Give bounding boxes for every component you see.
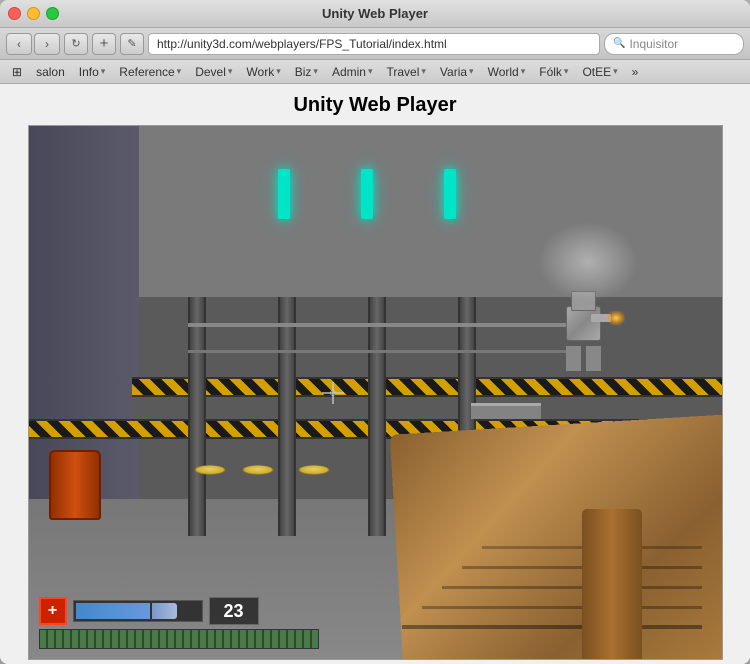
- player-weapon: [342, 359, 722, 659]
- dropdown-arrow-icon: ▾: [368, 66, 373, 77]
- bookmark-otee[interactable]: OtEE ▾: [576, 63, 623, 81]
- bookmark-devel[interactable]: Devel ▾: [189, 63, 238, 81]
- bookmark-biz[interactable]: Biz ▾: [289, 63, 324, 81]
- railing-top: [188, 323, 569, 327]
- bookmark-reference[interactable]: Reference ▾: [113, 63, 187, 81]
- hud-health-row: + 23: [39, 597, 319, 625]
- health-plus: +: [48, 602, 57, 620]
- close-button[interactable]: [8, 7, 21, 20]
- bookmark-label: Varia: [440, 65, 467, 79]
- pickup-3: [295, 465, 332, 474]
- search-icon: 🔍: [613, 38, 625, 49]
- railing-middle: [188, 350, 569, 353]
- minimize-button[interactable]: [27, 7, 40, 20]
- hud: + 23: [39, 597, 319, 649]
- page-content: Unity Web Player: [0, 84, 750, 664]
- cyan-light-2: [361, 169, 373, 219]
- bookmark-folk[interactable]: Fólk ▾: [533, 63, 574, 81]
- bookmark-salon[interactable]: salon: [30, 63, 71, 81]
- title-bar: Unity Web Player: [0, 0, 750, 28]
- window-title: Unity Web Player: [322, 6, 428, 21]
- bookmark-more[interactable]: »: [626, 63, 645, 81]
- dropdown-arrow-icon: ▾: [564, 66, 569, 77]
- dropdown-arrow-icon: ▾: [313, 66, 318, 77]
- bookmark-label: Work: [246, 65, 274, 79]
- game-scene: + 23: [29, 126, 722, 659]
- bookmark-work[interactable]: Work ▾: [240, 63, 286, 81]
- smoke-effect: [538, 222, 638, 302]
- back-button[interactable]: ‹: [6, 33, 32, 55]
- back-forward-group: ‹ ›: [6, 33, 60, 55]
- bookmark-label: Travel: [386, 65, 419, 79]
- dropdown-arrow-icon: ▾: [177, 66, 182, 77]
- bookmark-admin[interactable]: Admin ▾: [326, 63, 379, 81]
- ammo-number: 23: [223, 601, 243, 622]
- search-bar[interactable]: 🔍 Inquisitor: [604, 33, 744, 55]
- edit-button[interactable]: ✎: [120, 33, 144, 55]
- dropdown-arrow-icon: ▾: [228, 66, 233, 77]
- bookmark-world[interactable]: World ▾: [482, 63, 532, 81]
- bookmark-info[interactable]: Info ▾: [73, 63, 112, 81]
- reader-icon: ⊞: [12, 65, 22, 79]
- address-bar[interactable]: http://unity3d.com/webplayers/FPS_Tutori…: [148, 33, 600, 55]
- muzzle-flash: [606, 310, 626, 326]
- bookmark-label: Admin: [332, 65, 366, 79]
- pillar-2: [278, 297, 296, 537]
- health-icon: +: [39, 597, 67, 625]
- bookmark-label: Reference: [119, 65, 174, 79]
- dropdown-arrow-icon: ▾: [469, 66, 474, 77]
- bookmark-label: Biz: [295, 65, 312, 79]
- bookmark-varia[interactable]: Varia ▾: [434, 63, 480, 81]
- ammo-count: 23: [209, 597, 259, 625]
- cyan-light-3: [444, 169, 456, 219]
- bookmark-label: salon: [36, 65, 65, 79]
- cyan-light-1: [278, 169, 290, 219]
- maximize-button[interactable]: [46, 7, 59, 20]
- bookmarks-bar: ⊞ salon Info ▾ Reference ▾ Devel ▾ Work …: [0, 60, 750, 84]
- health-bar-fill: [76, 603, 150, 619]
- traffic-lights: [8, 7, 59, 20]
- bookmark-label: Devel: [195, 65, 226, 79]
- bookmark-travel[interactable]: Travel ▾: [380, 63, 431, 81]
- dropdown-arrow-icon: ▾: [421, 66, 426, 77]
- nav-bar: ‹ › ↻ + ✎ http://unity3d.com/webplayers/…: [0, 28, 750, 60]
- dropdown-arrow-icon: ▾: [101, 66, 106, 77]
- browser-window: Unity Web Player ‹ › ↻ + ✎ http://unity3…: [0, 0, 750, 664]
- refresh-button[interactable]: ↻: [64, 33, 88, 55]
- forward-button[interactable]: ›: [34, 33, 60, 55]
- game-viewport[interactable]: + 23: [28, 125, 723, 660]
- bookmark-label: »: [632, 65, 639, 79]
- pillar-1: [188, 297, 206, 537]
- health-bar: [73, 600, 203, 622]
- health-bar-end: [152, 603, 177, 619]
- pickup-2: [240, 465, 277, 474]
- barrel: [49, 450, 101, 520]
- bookmark-reader-icon[interactable]: ⊞: [6, 63, 28, 81]
- dropdown-arrow-icon: ▾: [521, 66, 526, 77]
- bookmark-label: OtEE: [582, 65, 611, 79]
- search-text: Inquisitor: [629, 37, 678, 51]
- dropdown-arrow-icon: ▾: [276, 66, 281, 77]
- dropdown-arrow-icon: ▾: [613, 66, 618, 77]
- bookmark-label: Fólk: [539, 65, 562, 79]
- page-title: Unity Web Player: [293, 84, 456, 125]
- new-tab-button[interactable]: +: [92, 33, 116, 55]
- ammo-strip: [39, 629, 319, 649]
- url-text: http://unity3d.com/webplayers/FPS_Tutori…: [157, 37, 447, 51]
- bookmark-label: World: [488, 65, 519, 79]
- bookmark-label: Info: [79, 65, 99, 79]
